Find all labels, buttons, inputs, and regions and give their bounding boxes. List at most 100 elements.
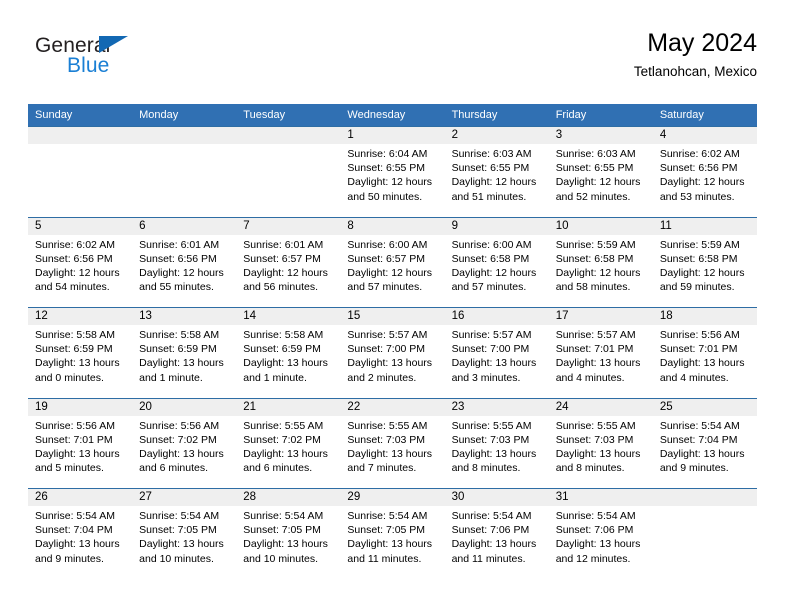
calendar-day-cell[interactable]: 20 Sunrise: 5:56 AM Sunset: 7:02 PM Dayligh… [132,397,237,489]
daylight-text-line2: and 11 minutes. [451,552,526,565]
day-details: Sunrise: 5:56 AM Sunset: 7:01 PM Daylight:… [653,325,757,385]
sunrise-text: Sunrise: 5:58 AM [243,329,324,341]
calendar-day-cell[interactable]: 25 Sunrise: 5:54 AM Sunset: 7:04 PM Dayligh… [652,397,757,489]
calendar-day-cell[interactable]: 10 Sunrise: 5:59 AM Sunset: 6:58 PM Dayligh… [548,216,653,308]
daylight-text-line2: and 6 minutes. [243,462,313,475]
sunrise-text: Sunrise: 6:02 AM [35,238,115,251]
calendar-day-cell[interactable]: 8 Sunrise: 6:00 AM Sunset: 6:57 PM Daylight… [340,216,445,308]
day-details: Sunrise: 6:01 AM Sunset: 6:57 PM Daylight:… [236,235,340,295]
calendar-day-cell[interactable]: 1 Sunrise: 6:04 AM Sunset: 6:55 PM Daylight… [340,126,445,217]
calendar-day-cell[interactable]: 22 Sunrise: 5:55 AM Sunset: 7:03 PM Dayligh… [340,397,445,489]
sunrise-text: Sunrise: 5:54 AM [555,510,636,522]
day-details: Sunrise: 5:54 AM Sunset: 7:06 PM Daylight:… [549,506,653,566]
weekday-header-sunday: Sunday [35,109,73,121]
calendar-day-cell[interactable]: 5 Sunrise: 6:02 AM Sunset: 6:56 PM Daylight… [28,216,133,308]
calendar-day-cell[interactable]: 21 Sunrise: 5:55 AM Sunset: 7:02 PM Dayligh… [236,397,341,489]
calendar-day-cell[interactable]: 31 Sunrise: 5:54 AM Sunset: 7:06 PM Dayligh… [548,488,653,579]
daylight-text-line1: Daylight: 12 hours [451,266,537,279]
sunset-text: Sunset: 7:01 PM [659,343,738,356]
day-number: 11 [652,217,757,235]
sunset-text: Sunset: 6:59 PM [35,343,113,356]
calendar-day-cell-empty [28,126,133,217]
calendar-day-cell[interactable]: 4 Sunrise: 6:02 AM Sunset: 6:56 PM Daylight… [652,126,757,217]
calendar-day-cell[interactable]: 26 Sunrise: 5:54 AM Sunset: 7:04 PM Dayligh… [28,488,133,579]
daylight-text-line1: Daylight: 13 hours [35,447,120,460]
calendar-day-cell[interactable]: 17 Sunrise: 5:57 AM Sunset: 7:01 PM Dayligh… [548,307,653,398]
daylight-text-line2: and 54 minutes. [35,281,110,294]
calendar-day-cell[interactable]: 24 Sunrise: 5:55 AM Sunset: 7:03 PM Dayligh… [548,397,653,489]
sunrise-text: Sunrise: 5:58 AM [139,329,220,341]
weekday-header-wednesday: Wednesday [347,109,406,121]
sunrise-text: Sunrise: 5:57 AM [347,329,428,341]
calendar-day-cell[interactable]: 27 Sunrise: 5:54 AM Sunset: 7:05 PM Dayligh… [132,488,237,579]
page-subtitle: Tetlanohcan, Mexico [633,64,757,79]
calendar-day-cell-empty [236,126,341,217]
daylight-text-line1: Daylight: 13 hours [451,538,537,551]
calendar-week-row: 26 Sunrise: 5:54 AM Sunset: 7:04 PM Dayligh… [28,488,757,579]
calendar-day-cell[interactable]: 15 Sunrise: 5:57 AM Sunset: 7:00 PM Dayligh… [340,307,445,398]
calendar-day-cell[interactable]: 30 Sunrise: 5:54 AM Sunset: 7:06 PM Dayligh… [444,488,549,579]
weekday-header-row: Sunday Monday Tuesday Wednesday Thursday… [28,104,757,126]
sunset-text: Sunset: 7:05 PM [347,524,426,537]
sunrise-text: Sunrise: 5:55 AM [347,419,428,432]
daylight-text-line2: and 53 minutes. [659,190,735,203]
day-details: Sunrise: 5:55 AM Sunset: 7:03 PM Daylight:… [549,416,653,476]
daylight-text-line1: Daylight: 13 hours [451,357,537,370]
sunset-text: Sunset: 6:55 PM [451,162,530,175]
daylight-text-line2: and 55 minutes. [139,281,214,294]
daylight-text-line1: Daylight: 13 hours [243,357,328,370]
calendar-week-row: 19 Sunrise: 5:56 AM Sunset: 7:01 PM Dayligh… [28,397,757,489]
calendar-day-cell[interactable]: 7 Sunrise: 6:01 AM Sunset: 6:57 PM Daylight… [236,216,341,308]
calendar-day-cell[interactable]: 6 Sunrise: 6:01 AM Sunset: 6:56 PM Daylight… [132,216,237,308]
daylight-text-line2: and 1 minute. [139,371,203,384]
day-details: Sunrise: 6:02 AM Sunset: 6:56 PM Daylight:… [653,144,757,204]
sunset-text: Sunset: 6:56 PM [659,162,738,175]
calendar-day-cell-empty [652,488,757,579]
sunrise-text: Sunrise: 6:00 AM [347,238,428,251]
day-number: 9 [444,217,549,235]
daylight-text-line1: Daylight: 13 hours [451,447,537,460]
day-number: 8 [340,217,445,235]
day-number: 24 [548,398,653,416]
daylight-text-line1: Daylight: 13 hours [139,447,224,460]
day-number [236,127,341,144]
daylight-text-line1: Daylight: 12 hours [35,266,120,279]
daylight-text-line2: and 50 minutes. [347,190,423,203]
sunrise-text: Sunrise: 5:54 AM [139,510,220,522]
calendar-day-cell[interactable]: 23 Sunrise: 5:55 AM Sunset: 7:03 PM Dayligh… [444,397,549,489]
calendar-day-cell[interactable]: 28 Sunrise: 5:54 AM Sunset: 7:05 PM Dayligh… [236,488,341,579]
calendar-day-cell[interactable]: 18 Sunrise: 5:56 AM Sunset: 7:01 PM Dayligh… [652,307,757,398]
calendar-day-cell[interactable]: 16 Sunrise: 5:57 AM Sunset: 7:00 PM Dayligh… [444,307,549,398]
daylight-text-line1: Daylight: 13 hours [659,357,745,370]
calendar-day-cell[interactable]: 14 Sunrise: 5:58 AM Sunset: 6:59 PM Dayligh… [236,307,341,398]
day-number: 26 [28,489,133,506]
sunrise-text: Sunrise: 5:54 AM [347,510,428,522]
sunrise-text: Sunrise: 6:01 AM [139,238,220,251]
logo-text-blue: Blue [67,54,110,77]
sunset-text: Sunset: 7:04 PM [659,433,738,446]
day-details: Sunrise: 5:54 AM Sunset: 7:04 PM Daylight:… [653,416,757,476]
calendar-day-cell[interactable]: 13 Sunrise: 5:58 AM Sunset: 6:59 PM Dayligh… [132,307,237,398]
day-number: 10 [548,217,653,235]
calendar-day-cell[interactable]: 29 Sunrise: 5:54 AM Sunset: 7:05 PM Dayligh… [340,488,445,579]
day-number: 15 [340,308,445,325]
calendar-day-cell[interactable]: 2 Sunrise: 6:03 AM Sunset: 6:55 PM Daylight… [444,126,549,217]
sunrise-text: Sunrise: 5:59 AM [659,238,740,251]
daylight-text-line2: and 4 minutes. [555,371,625,384]
day-number: 12 [28,308,133,325]
calendar-day-cell[interactable]: 19 Sunrise: 5:56 AM Sunset: 7:01 PM Dayligh… [28,397,133,489]
day-number: 13 [132,308,237,325]
weekday-header-friday: Friday [555,109,587,121]
calendar-day-cell[interactable]: 3 Sunrise: 6:03 AM Sunset: 6:55 PM Daylight… [548,126,653,217]
calendar-weeks: 1 Sunrise: 6:04 AM Sunset: 6:55 PM Daylight… [28,126,757,579]
daylight-text-line2: and 9 minutes. [659,462,729,475]
calendar-day-cell[interactable]: 11 Sunrise: 5:59 AM Sunset: 6:58 PM Dayligh… [652,216,757,308]
sunrise-text: Sunrise: 5:54 AM [451,510,532,522]
sunset-text: Sunset: 6:55 PM [347,162,426,175]
calendar-day-cell[interactable]: 9 Sunrise: 6:00 AM Sunset: 6:58 PM Daylight… [444,216,549,308]
day-number: 27 [132,489,237,506]
sunrise-text: Sunrise: 5:55 AM [555,419,636,432]
calendar-week-row: 1 Sunrise: 6:04 AM Sunset: 6:55 PM Daylight… [28,126,757,217]
day-number [652,489,757,506]
calendar-day-cell[interactable]: 12 Sunrise: 5:58 AM Sunset: 6:59 PM Dayligh… [28,307,133,398]
